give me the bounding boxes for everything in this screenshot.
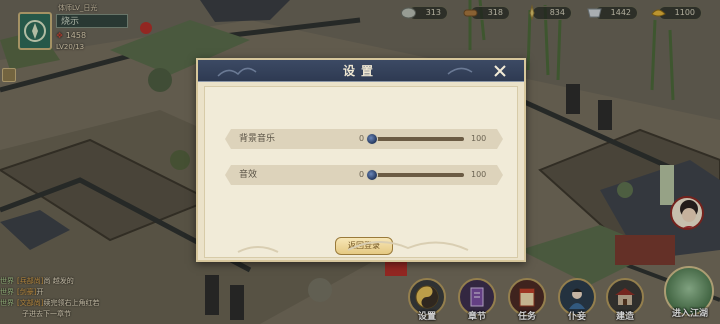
sfx-setting-row: 音效 0 100 <box>225 165 503 185</box>
return-login-button[interactable]: 返回登录 <box>335 237 393 255</box>
dialog-title: 设置 <box>342 64 379 78</box>
bgm-slider-handle[interactable] <box>366 133 378 145</box>
bgm-label: 背景音乐 <box>239 134 276 144</box>
sfx-label: 音效 <box>239 170 258 180</box>
sfx-max-label: 100 <box>471 170 487 179</box>
bgm-min-label: 0 <box>359 134 365 143</box>
bgm-setting-row: 背景音乐 0 100 <box>225 129 503 149</box>
sfx-min-label: 0 <box>359 170 365 179</box>
bgm-slider[interactable] <box>366 133 464 145</box>
sfx-slider-handle[interactable] <box>366 169 378 181</box>
settings-dialog: 设置 背景音乐 0 100 音效 0 100 返回登录 <box>196 58 526 262</box>
settings-body: 背景音乐 0 100 音效 0 100 返回登录 <box>204 86 518 258</box>
close-icon[interactable] <box>492 63 508 79</box>
bgm-max-label: 100 <box>471 134 487 143</box>
sfx-slider[interactable] <box>366 169 464 181</box>
